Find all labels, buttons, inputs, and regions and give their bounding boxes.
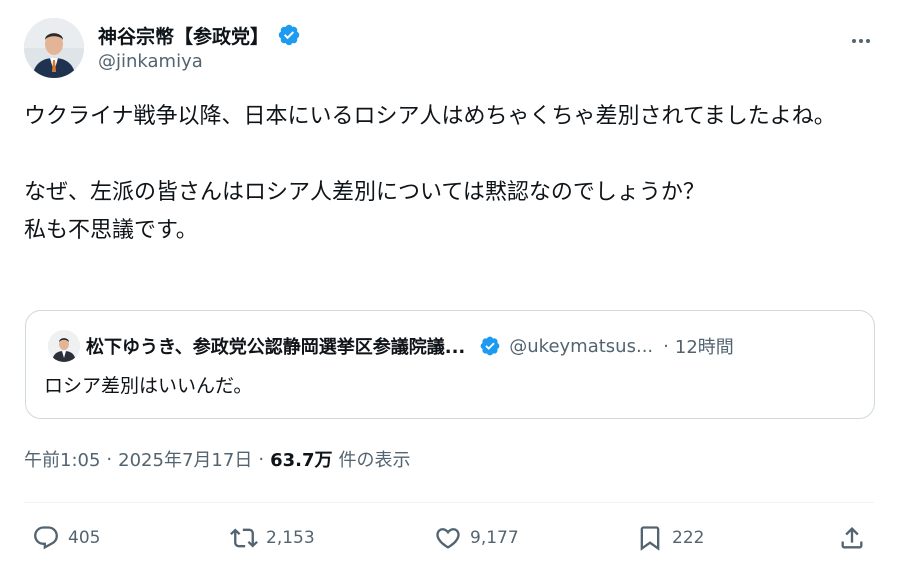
heart-icon [436,528,460,549]
tweet-time[interactable]: 午前1:05 [24,446,100,472]
profile-photo [48,330,80,362]
action-bar: 405 2,153 9,177 222 [0,515,898,561]
quoted-author-avatar[interactable] [48,330,80,362]
more-options-icon [852,39,870,43]
reply-icon [34,526,58,550]
quoted-tweet-card[interactable]: 松下ゆうき、参政党公認静岡選挙区参議院議... @ukeymatsus... ·… [25,310,875,419]
reply-count: 405 [68,528,101,548]
quoted-separator: · [663,335,669,357]
tweet-text: ウクライナ戦争以降、日本にいるロシア人はめちゃくちゃ差別されてましたよね。 なぜ… [24,104,836,243]
quoted-tweet-text: ロシア差別はいいんだ。 [44,375,253,397]
author-display-name[interactable]: 神谷宗幣【参政党】 [98,22,269,49]
quoted-author-display-name[interactable]: 松下ゆうき、参政党公認静岡選挙区参議院議... [86,333,465,359]
meta-separator: · [258,448,265,470]
share-button[interactable] [838,515,866,561]
author-handle[interactable]: @jinkamiya [98,51,301,72]
view-count-label: 件の表示 [338,450,411,471]
view-count: 63.7万 [270,450,333,471]
bookmark-count: 222 [672,528,705,548]
like-count: 9,177 [470,528,519,548]
retweet-button[interactable]: 2,153 [230,515,315,561]
verified-badge-icon [480,336,500,356]
bookmark-icon [640,526,660,551]
retweet-count: 2,153 [266,528,315,548]
meta-separator: · [106,448,113,470]
verified-badge-icon [278,24,300,46]
more-options-button[interactable] [848,28,874,54]
profile-photo [24,18,84,78]
tweet-date[interactable]: 2025年7月17日 [118,446,252,472]
tweet-header: 神谷宗幣【参政党】 @jinkamiya [24,18,874,80]
divider [24,502,874,503]
quoted-timestamp[interactable]: 12時間 [675,333,734,359]
tweet-meta: 午前1:05 · 2025年7月17日 · 63.7万 件の表示 [24,446,410,472]
quoted-author-handle[interactable]: @ukeymatsus... [509,336,653,357]
bookmark-button[interactable]: 222 [636,515,704,561]
reply-button[interactable]: 405 [32,515,100,561]
retweet-icon [230,528,258,548]
share-icon [841,527,863,549]
author-avatar[interactable] [24,18,84,78]
like-button[interactable]: 9,177 [434,515,519,561]
